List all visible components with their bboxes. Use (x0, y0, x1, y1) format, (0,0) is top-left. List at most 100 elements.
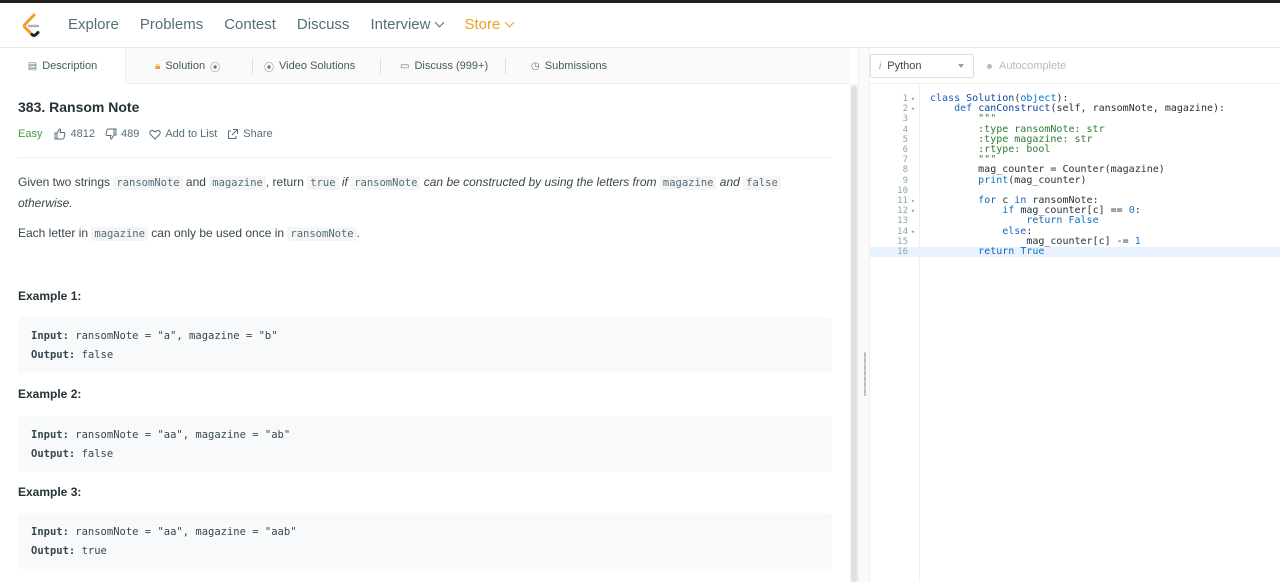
inline-code: ransomNote (287, 227, 357, 241)
fold-toggle-icon[interactable]: ▾ (908, 227, 918, 237)
fold-toggle-icon[interactable]: ▾ (908, 94, 918, 104)
problem-tabs: ▤ Description 🔒︎ Solution ⦿ ⦿ Video Solu… (0, 48, 850, 84)
tab-solution-label: Solution (165, 60, 206, 72)
example-block: Input: ransomNote = "aa", magazine = "ab… (18, 416, 832, 472)
inline-code: false (743, 176, 781, 190)
line-number: 13 (897, 216, 908, 227)
tab-description-label: Description (42, 60, 98, 72)
tab-divider (505, 58, 506, 74)
tab-discuss[interactable]: ▭ Discuss (999+) (400, 48, 488, 84)
line-number: 7 (902, 155, 908, 166)
tab-description[interactable]: ▤ Description (0, 48, 126, 84)
nav-store[interactable]: Store (464, 16, 515, 33)
statement-text: . (356, 226, 360, 240)
example-output: false (75, 349, 114, 361)
play-circle-icon: ⦿ (264, 62, 274, 74)
fold-toggle-icon[interactable]: ▾ (908, 196, 918, 206)
line-number: 4 (902, 124, 908, 135)
drag-handle-icon[interactable] (864, 352, 866, 396)
statement-italic: can be constructed by using the letters … (420, 175, 660, 189)
nav-store-label: Store (464, 16, 501, 33)
chevron-down-icon (504, 17, 515, 28)
lock-icon: 🔒︎ (155, 60, 161, 72)
nav-contest[interactable]: Contest (224, 16, 276, 33)
problem-statement: Given two strings ransomNote and magazin… (18, 172, 832, 213)
tab-solution[interactable]: 🔒︎ Solution ⦿ (155, 48, 220, 84)
output-label: Output: (31, 545, 76, 557)
code-line[interactable]: 16 return True (870, 246, 1280, 258)
code-line[interactable]: 9 print(mag_counter) (870, 174, 1280, 186)
pane-splitter[interactable] (858, 48, 870, 582)
document-icon: ▤ (27, 60, 38, 72)
thumbs-down-icon (105, 128, 117, 140)
thumbs-up-icon (54, 128, 66, 140)
line-number: 14 (897, 226, 908, 237)
tab-video-solutions[interactable]: ⦿ Video Solutions (264, 48, 355, 84)
line-number: 10 (897, 185, 908, 196)
comment-icon: ▭ (400, 60, 410, 72)
add-to-list-label: Add to List (165, 128, 218, 140)
line-number: 2 (902, 104, 908, 115)
autocomplete-toggle[interactable]: Autocomplete (987, 60, 1066, 72)
nav-explore[interactable]: Explore (68, 16, 119, 33)
line-number: 8 (902, 165, 908, 176)
scrollbar-thumb[interactable] (851, 86, 857, 582)
statement-italic: and (716, 175, 744, 189)
inline-code: magazine (91, 227, 148, 241)
language-select[interactable]: i Python (870, 54, 974, 78)
line-number: 15 (897, 236, 908, 247)
example-input: ransomNote = "aa", magazine = "aab" (68, 526, 297, 538)
heart-icon (149, 129, 162, 140)
language-value: Python (887, 60, 922, 72)
statement-text: Given two strings (18, 175, 114, 189)
inline-code: ransomNote (113, 176, 183, 190)
input-label: Input: (31, 526, 69, 538)
line-number: 11 (897, 196, 908, 206)
line-number: 9 (902, 175, 908, 186)
share-label: Share (243, 128, 273, 140)
play-circle-icon: ⦿ (210, 62, 221, 74)
code-editor[interactable]: 1 ▾ class Solution(object): 2 ▾ def canConst… (870, 84, 1280, 582)
main-nav: Explore Problems Contest Discuss Intervi… (68, 16, 534, 33)
inline-code: ransomNote (351, 176, 421, 190)
code-text: print(mag_counter) (978, 174, 1087, 186)
code-text: return True (978, 246, 1045, 257)
fold-toggle-icon[interactable]: ▾ (908, 104, 918, 114)
output-label: Output: (31, 349, 76, 361)
inline-code: magazine (659, 176, 717, 190)
difficulty-badge: Easy (18, 128, 43, 140)
example-input: ransomNote = "a", magazine = "b" (68, 330, 278, 342)
dislike-button[interactable]: 489 (105, 128, 139, 140)
example-block: Input: ransomNote = "aa", magazine = "aa… (18, 513, 832, 569)
inline-code: true (307, 176, 339, 190)
tab-video-label: Video Solutions (279, 60, 356, 72)
clock-icon: ◷ (531, 60, 540, 72)
input-label: Input: (31, 429, 69, 441)
nav-interview-label: Interview (370, 16, 431, 33)
autocomplete-label: Autocomplete (999, 60, 1067, 72)
like-button[interactable]: 4812 (54, 128, 95, 140)
fold-toggle-icon[interactable]: ▾ (908, 206, 918, 216)
chevron-down-icon (435, 17, 445, 28)
caret-down-icon (958, 64, 964, 68)
statement-text: and (182, 175, 210, 189)
output-label: Output: (31, 448, 76, 460)
editor-toolbar: i Python Autocomplete (870, 48, 1280, 84)
line-number: 16 (897, 247, 908, 257)
tab-discuss-label: Discuss (999+) (414, 60, 489, 72)
nav-problems[interactable]: Problems (140, 16, 203, 33)
example-output: true (75, 545, 107, 557)
leetcode-logo-icon[interactable] (20, 13, 42, 39)
example-block: Input: ransomNote = "a", magazine = "b" … (18, 317, 832, 373)
nav-interview[interactable]: Interview (370, 16, 445, 33)
tab-divider (380, 58, 381, 74)
share-button[interactable]: Share (227, 128, 273, 140)
problem-meta: Easy 4812 489 Add to List Share (18, 128, 283, 140)
tab-submissions[interactable]: ◷ Submissions (531, 48, 607, 84)
like-count: 4812 (70, 128, 95, 140)
line-number: 6 (902, 145, 908, 155)
top-navbar: Explore Problems Contest Discuss Intervi… (0, 0, 1280, 48)
nav-discuss[interactable]: Discuss (297, 16, 350, 33)
example-input: ransomNote = "aa", magazine = "ab" (68, 429, 291, 441)
add-to-list-button[interactable]: Add to List (149, 128, 217, 140)
